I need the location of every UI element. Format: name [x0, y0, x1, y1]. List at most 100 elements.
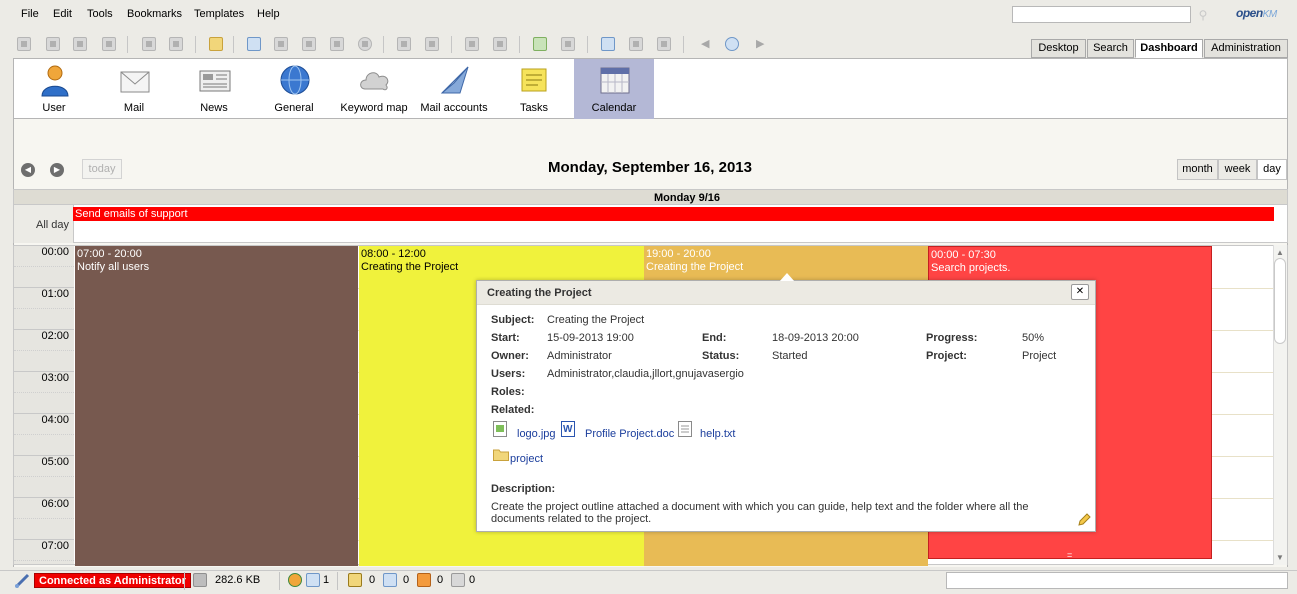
hour-label: 05:00 — [14, 456, 74, 498]
close-button[interactable]: ✕ — [1071, 284, 1089, 300]
view-week-button[interactable]: week — [1218, 159, 1257, 180]
user-subscription-icon[interactable] — [306, 573, 320, 587]
toolbar-separator — [683, 36, 684, 53]
search-icon[interactable]: ⚲ — [1196, 8, 1210, 22]
users-label: Users: — [491, 368, 526, 380]
menu-bookmarks[interactable]: Bookmarks — [127, 8, 182, 20]
previous-day-button[interactable]: ◀ — [21, 163, 35, 177]
related-link-project-folder[interactable]: project — [510, 453, 543, 465]
remove-property-group-icon[interactable] — [425, 37, 439, 51]
next-day-button[interactable]: ▶ — [50, 163, 64, 177]
mail-icon — [120, 71, 150, 93]
view-month-button[interactable]: month — [1177, 159, 1218, 180]
event-notify-users[interactable]: 07:00 - 20:00 Notify all users — [75, 246, 358, 566]
uploader-icon[interactable] — [629, 37, 643, 51]
lock-icon[interactable] — [17, 37, 31, 51]
project-value: Project — [1022, 350, 1057, 362]
toolbar-separator — [587, 36, 588, 53]
word-document-icon: W — [561, 421, 575, 437]
related-link-logo[interactable]: logo.jpg — [517, 428, 556, 440]
menu-file[interactable]: File — [21, 8, 39, 20]
calendar-title: Monday, September 16, 2013 — [548, 159, 752, 176]
unlock-icon[interactable] — [169, 37, 183, 51]
print-icon[interactable] — [102, 37, 116, 51]
dashboard-calendar-button[interactable]: Calendar — [574, 59, 654, 119]
add-property-group-icon[interactable] — [397, 37, 411, 51]
hour-label: 06:00 — [14, 498, 74, 540]
status-separator — [279, 572, 280, 590]
related-link-help[interactable]: help.txt — [700, 428, 735, 440]
status-message-field — [946, 572, 1288, 589]
dashboard-mail-accounts-button[interactable]: Mail accounts — [414, 59, 494, 119]
hour-label: 00:00 — [14, 246, 74, 288]
add-folder-icon[interactable] — [209, 37, 223, 51]
menu-templates[interactable]: Templates — [194, 8, 244, 20]
dashboard-keyword-map-button[interactable]: Keyword map — [334, 59, 414, 119]
toolbar-separator — [451, 36, 452, 53]
cancel-checkout-icon[interactable] — [330, 37, 344, 51]
toolbar-separator — [233, 36, 234, 53]
split-icon[interactable] — [657, 37, 671, 51]
menu-help[interactable]: Help — [257, 8, 280, 20]
dashboard-tool-label: Mail — [123, 102, 145, 114]
tab-search[interactable]: Search — [1087, 39, 1134, 58]
arrow-right-icon[interactable]: ▶ — [756, 37, 764, 51]
dashboard-news-button[interactable]: News — [174, 59, 254, 119]
scrollbar-thumb[interactable] — [1274, 258, 1286, 344]
quick-search-input[interactable] — [1012, 6, 1191, 23]
edit-pencil-icon[interactable] — [1077, 513, 1091, 527]
checkin-icon[interactable] — [302, 37, 316, 51]
scroll-down-icon[interactable]: ▼ — [1276, 553, 1284, 562]
svg-text:W: W — [563, 424, 573, 435]
view-day-button[interactable]: day — [1257, 159, 1287, 180]
hour-label: 07:00 — [14, 540, 74, 564]
mail-icon[interactable] — [417, 573, 431, 587]
document-icon[interactable] — [46, 37, 60, 51]
image-file-icon — [493, 421, 507, 437]
delete-icon[interactable] — [358, 37, 372, 51]
tab-dashboard[interactable]: Dashboard — [1135, 39, 1203, 58]
arrow-left-icon[interactable]: ◀ — [701, 37, 709, 51]
toolbar-separator — [127, 36, 128, 53]
dashboard-toolbar: User Mail News General Keyword map Mail … — [13, 58, 1288, 119]
tab-desktop[interactable]: Desktop — [1031, 39, 1086, 58]
home-icon[interactable] — [561, 37, 575, 51]
lock-closed-icon[interactable] — [142, 37, 156, 51]
owner-value: Administrator — [547, 350, 612, 362]
scroll-up-icon[interactable]: ▲ — [1276, 248, 1284, 257]
alarm-clock-icon[interactable] — [725, 37, 739, 51]
all-day-label: All day — [36, 219, 70, 231]
checkout-icon[interactable] — [274, 37, 288, 51]
project-label: Project: — [926, 350, 967, 362]
subscription-icon[interactable] — [451, 573, 465, 587]
document-edit-icon[interactable] — [73, 37, 87, 51]
dashboard-general-button[interactable]: General — [254, 59, 334, 119]
end-label: End: — [702, 332, 727, 344]
resize-handle-icon[interactable]: = — [1067, 549, 1072, 558]
user-icon[interactable] — [288, 573, 302, 587]
today-button[interactable]: today — [82, 159, 122, 179]
dashboard-mail-button[interactable]: Mail — [94, 59, 174, 119]
start-value: 15-09-2013 19:00 — [547, 332, 634, 344]
add-subscription-icon[interactable] — [493, 37, 507, 51]
toolbar-separator — [195, 36, 196, 53]
mail-accounts-icon — [440, 66, 469, 94]
hour-label: 02:00 — [14, 330, 74, 372]
menu-tools[interactable]: Tools — [87, 8, 113, 20]
lock-icon[interactable] — [348, 573, 362, 587]
menu-edit[interactable]: Edit — [53, 8, 72, 20]
event-title: Notify all users — [77, 261, 150, 273]
all-day-event[interactable]: Send emails of support — [73, 207, 1274, 221]
refresh-icon[interactable] — [533, 37, 547, 51]
popup-header: Creating the Project ✕ — [477, 281, 1095, 305]
start-workflow-icon[interactable] — [465, 37, 479, 51]
dashboard-tasks-button[interactable]: Tasks — [494, 59, 574, 119]
dashboard-tool-label: User — [42, 102, 66, 114]
checkout-icon[interactable] — [383, 573, 397, 587]
checkout-count: 0 — [403, 574, 410, 586]
add-document-icon[interactable] — [247, 37, 261, 51]
tab-administration[interactable]: Administration — [1204, 39, 1288, 58]
dashboard-user-button[interactable]: User — [14, 59, 94, 119]
scanner-icon[interactable] — [601, 37, 615, 51]
related-link-profile-doc[interactable]: Profile Project.doc — [585, 428, 674, 440]
